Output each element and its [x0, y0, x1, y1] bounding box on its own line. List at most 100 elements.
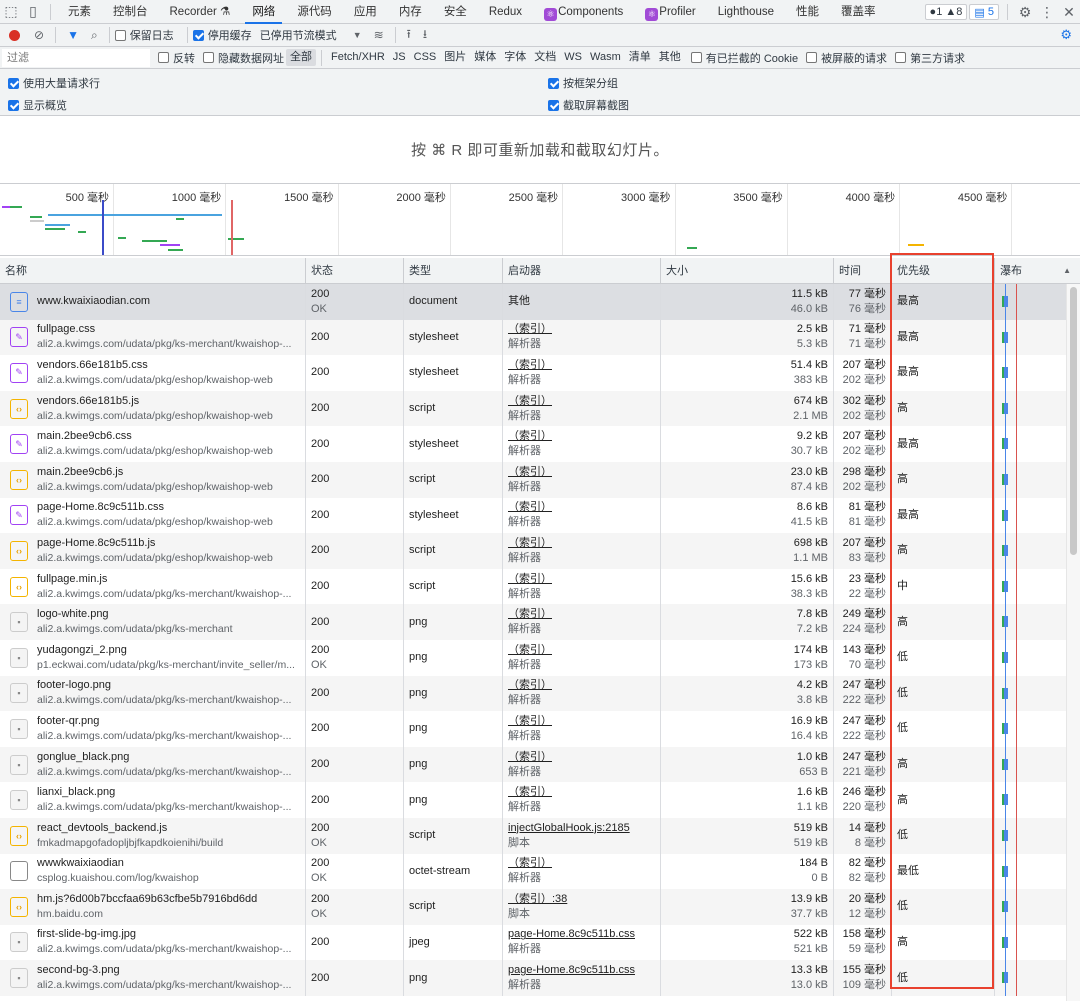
tab-0[interactable]: 元素: [57, 0, 102, 24]
tab-7[interactable]: 安全: [433, 0, 478, 24]
table-row[interactable]: ✎ main.2bee9cb6.css ali2.a.kwimgs.com/uda…: [0, 426, 1080, 462]
header-name[interactable]: 名称: [0, 258, 306, 283]
filter-type-2[interactable]: JS: [389, 49, 410, 66]
table-row[interactable]: ‹› hm.js?6d00b7bccfaa69b63cfbe5b7916bd6d…: [0, 889, 1080, 925]
table-row[interactable]: ≡ www.kwaixiaodian.com 200 OK document 其他…: [0, 284, 1080, 320]
initiator-link[interactable]: （索引）: [508, 358, 655, 373]
header-time[interactable]: 时间: [834, 258, 892, 283]
initiator-link[interactable]: （索引）: [508, 394, 655, 409]
table-row[interactable]: ▪ first-slide-bg-img.jpg ali2.a.kwimgs.co…: [0, 924, 1080, 961]
table-row[interactable]: ▪ yudagongzi_2.png p1.eckwai.com/udata/pk…: [0, 639, 1080, 676]
initiator-link[interactable]: page-Home.8c9c511b.css: [508, 963, 655, 978]
group-by-frame-checkbox[interactable]: [548, 77, 559, 89]
import-har-icon[interactable]: ⭱: [407, 25, 411, 46]
messages-counter[interactable]: ▤ 5: [969, 4, 999, 20]
tab-9[interactable]: ⚛ Components: [533, 0, 634, 24]
show-overview-option[interactable]: 显示概览: [8, 97, 67, 113]
network-conditions-icon[interactable]: ≋: [374, 28, 384, 42]
initiator-link[interactable]: （索引）: [508, 785, 655, 800]
inspect-element-icon[interactable]: ⬚: [0, 1, 22, 23]
header-type[interactable]: 类型: [404, 258, 503, 283]
tab-4[interactable]: 源代码: [286, 0, 343, 24]
disable-cache-checkbox[interactable]: [192, 29, 204, 41]
filter-type-0[interactable]: 全部: [286, 49, 316, 66]
table-row[interactable]: ✎ page-Home.8c9c511b.css ali2.a.kwimgs.co…: [0, 497, 1080, 534]
filter-type-9[interactable]: Wasm: [586, 49, 625, 66]
tab-11[interactable]: Lighthouse: [707, 0, 785, 24]
initiator-link[interactable]: （索引）: [508, 572, 655, 587]
issues-counter[interactable]: ● 1 ▲ 8: [924, 4, 968, 20]
table-row[interactable]: ‹› vendors.66e181b5.js ali2.a.kwimgs.com/…: [0, 390, 1080, 427]
tab-13[interactable]: 覆盖率: [830, 0, 887, 24]
table-row[interactable]: ▪ footer-qr.png ali2.a.kwimgs.com/udata/p…: [0, 711, 1080, 747]
table-row[interactable]: ▪ footer-logo.png ali2.a.kwimgs.com/udata…: [0, 675, 1080, 712]
preserve-log-checkbox[interactable]: [114, 29, 126, 41]
table-row[interactable]: wwwkwaixiaodian csplog.kuaishou.com/log/k…: [0, 853, 1080, 890]
filter-icon[interactable]: ▼: [67, 28, 79, 42]
tab-8[interactable]: Redux: [478, 0, 533, 24]
tab-6[interactable]: 内存: [388, 0, 433, 24]
search-icon[interactable]: ⌕: [91, 28, 98, 43]
filter-type-1[interactable]: Fetch/XHR: [327, 49, 389, 66]
header-size[interactable]: 大小: [661, 258, 834, 283]
record-button[interactable]: [9, 29, 20, 41]
initiator-link[interactable]: （索引）: [508, 607, 655, 622]
table-row[interactable]: ▪ lianxi_black.png ali2.a.kwimgs.com/udat…: [0, 782, 1080, 818]
filter-type-3[interactable]: CSS: [410, 49, 441, 66]
header-priority[interactable]: 优先级: [892, 258, 995, 283]
initiator-link[interactable]: （索引）: [508, 643, 655, 658]
table-row[interactable]: ✎ fullpage.css ali2.a.kwimgs.com/udata/pk…: [0, 319, 1080, 356]
third-party-checkbox[interactable]: [895, 52, 907, 63]
export-har-icon[interactable]: ⭳: [423, 25, 427, 46]
blocked-requests-checkbox[interactable]: [806, 52, 818, 63]
initiator-link[interactable]: （索引）: [508, 500, 655, 515]
large-rows-checkbox[interactable]: [8, 77, 19, 89]
settings-gear-icon[interactable]: ⚙: [1014, 1, 1036, 23]
show-overview-checkbox[interactable]: [8, 99, 19, 111]
large-rows-option[interactable]: 使用大量请求行: [8, 75, 100, 91]
invert-checkbox[interactable]: [158, 52, 169, 63]
clear-icon[interactable]: ⊘: [34, 28, 44, 42]
header-waterfall[interactable]: 瀑布 ▲: [995, 258, 1080, 283]
table-row[interactable]: ▪ second-bg-3.png ali2.a.kwimgs.com/udata…: [0, 960, 1080, 996]
tab-10[interactable]: ⚛ Profiler: [634, 0, 706, 24]
initiator-link[interactable]: （索引）: [508, 714, 655, 729]
filter-type-11[interactable]: 其他: [655, 49, 685, 66]
tab-1[interactable]: 控制台: [102, 0, 159, 24]
group-by-frame-option[interactable]: 按框架分组: [548, 75, 618, 91]
filter-type-10[interactable]: 清单: [625, 49, 655, 66]
initiator-link[interactable]: （索引）: [508, 322, 655, 337]
initiator-link[interactable]: injectGlobalHook.js:2185: [508, 821, 655, 836]
vertical-scrollbar[interactable]: [1070, 287, 1077, 555]
initiator-link[interactable]: （索引）: [508, 465, 655, 480]
filter-type-6[interactable]: 字体: [500, 49, 530, 66]
chevron-down-icon[interactable]: ▼: [353, 30, 362, 40]
table-row[interactable]: ‹› react_devtools_backend.js fmkadmapgofa…: [0, 817, 1080, 854]
initiator-link[interactable]: （索引）: [508, 429, 655, 444]
initiator-link[interactable]: （索引）:38: [508, 892, 655, 907]
timeline-overview[interactable]: 500 毫秒 1000 毫秒 1500 毫秒 2000 毫秒 2500 毫秒 3000 毫…: [0, 184, 1080, 256]
tab-2[interactable]: Recorder ⚗: [159, 0, 242, 24]
filter-type-5[interactable]: 媒体: [470, 49, 500, 66]
hide-data-urls-checkbox[interactable]: [203, 52, 214, 63]
initiator-link[interactable]: （索引）: [508, 750, 655, 765]
close-icon[interactable]: ✕: [1058, 1, 1080, 23]
table-row[interactable]: ‹› fullpage.min.js ali2.a.kwimgs.com/udat…: [0, 568, 1080, 605]
blocked-cookies-checkbox[interactable]: [690, 52, 702, 63]
initiator-link[interactable]: （索引）: [508, 678, 655, 693]
capture-screenshots-option[interactable]: 截取屏幕截图: [548, 97, 629, 113]
more-options-icon[interactable]: ⋮: [1036, 1, 1058, 23]
tab-5[interactable]: 应用: [343, 0, 388, 24]
device-toolbar-icon[interactable]: ▯: [22, 1, 44, 23]
initiator-link[interactable]: page-Home.8c9c511b.css: [508, 927, 655, 942]
filter-type-8[interactable]: WS: [560, 49, 586, 66]
network-settings-gear-icon[interactable]: ⚙: [1060, 27, 1072, 43]
table-row[interactable]: ‹› main.2bee9cb6.js ali2.a.kwimgs.com/uda…: [0, 461, 1080, 498]
filter-type-7[interactable]: 文档: [530, 49, 560, 66]
table-row[interactable]: ▪ gonglue_black.png ali2.a.kwimgs.com/uda…: [0, 746, 1080, 783]
throttling-select[interactable]: 已停用节流模式: [260, 27, 337, 43]
table-row[interactable]: ▪ logo-white.png ali2.a.kwimgs.com/udata/…: [0, 604, 1080, 640]
table-row[interactable]: ✎ vendors.66e181b5.css ali2.a.kwimgs.com/…: [0, 355, 1080, 391]
tab-3[interactable]: 网络: [241, 0, 286, 24]
tab-12[interactable]: 性能: [785, 0, 830, 24]
